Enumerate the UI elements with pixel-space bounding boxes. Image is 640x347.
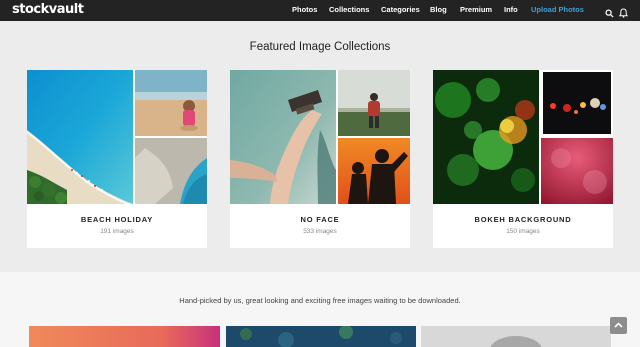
nav-item-photos[interactable]: Photos bbox=[292, 5, 317, 14]
bell-icon[interactable] bbox=[618, 5, 629, 18]
red-bokeh-image bbox=[541, 138, 613, 204]
collection-count: 150 images bbox=[506, 228, 540, 235]
chevron-up-icon bbox=[614, 322, 623, 328]
collection-collage[interactable] bbox=[433, 70, 613, 204]
silhouette-sunset-image bbox=[338, 138, 410, 204]
nav-item-info[interactable]: Info bbox=[504, 5, 518, 14]
nav-item-blog[interactable]: Blog bbox=[430, 5, 447, 14]
nav-item-categories[interactable]: Categories bbox=[381, 5, 420, 14]
top-navbar: stockvault Photos Collections Categories… bbox=[0, 0, 640, 21]
collection-title[interactable]: BEACH HOLIDAY bbox=[27, 215, 207, 224]
collection-card-no-face[interactable]: NO FACE 533 images bbox=[230, 70, 410, 248]
holding-hands-image bbox=[230, 70, 336, 204]
collection-card-beach-holiday[interactable]: BEACH HOLIDAY 191 images bbox=[27, 70, 207, 248]
cliff-cove-image bbox=[135, 138, 207, 204]
night-lights-bokeh-image bbox=[541, 70, 613, 136]
collection-collage[interactable] bbox=[230, 70, 410, 204]
handpicked-tagline: Hand-picked by us, great looking and exc… bbox=[179, 296, 461, 305]
handpicked-section: Hand-picked by us, great looking and exc… bbox=[0, 272, 640, 347]
man-in-field-image bbox=[338, 70, 410, 136]
beach-aerial-image bbox=[27, 70, 133, 204]
collection-count: 191 images bbox=[100, 228, 134, 235]
gallery-image[interactable] bbox=[421, 326, 611, 347]
collection-title[interactable]: BOKEH BACKGROUND bbox=[433, 215, 613, 224]
nav-item-collections[interactable]: Collections bbox=[329, 5, 369, 14]
nav-item-premium[interactable]: Premium bbox=[460, 5, 492, 14]
collection-card-bokeh-background[interactable]: BOKEH BACKGROUND 150 images bbox=[433, 70, 613, 248]
collection-count: 533 images bbox=[303, 228, 337, 235]
gallery-image[interactable] bbox=[29, 326, 220, 347]
nav-item-upload-photos[interactable]: Upload Photos bbox=[531, 5, 584, 14]
gallery-image[interactable] bbox=[226, 326, 416, 347]
search-icon[interactable] bbox=[605, 5, 615, 18]
featured-collections-title: Featured Image Collections bbox=[249, 41, 391, 53]
scroll-to-top-button[interactable] bbox=[610, 317, 627, 334]
nav-menu: Photos Collections Categories Blog Premi… bbox=[0, 0, 640, 21]
girl-on-beach-image bbox=[135, 70, 207, 136]
collection-title[interactable]: NO FACE bbox=[230, 215, 410, 224]
collection-collage[interactable] bbox=[27, 70, 207, 204]
green-bokeh-image bbox=[433, 70, 539, 204]
